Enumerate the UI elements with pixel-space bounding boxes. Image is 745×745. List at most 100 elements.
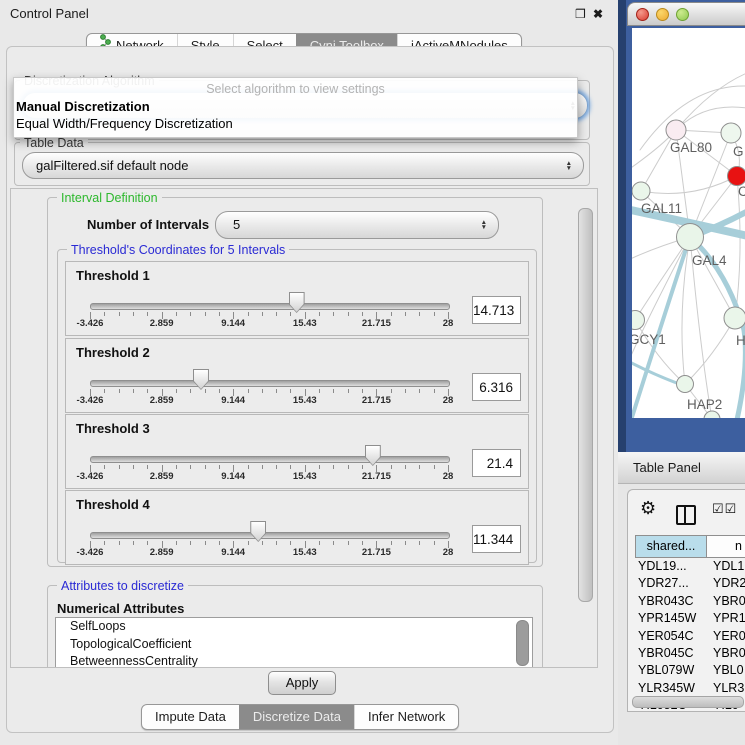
mac-close-icon[interactable] <box>636 8 649 21</box>
mac-zoom-icon[interactable] <box>676 8 689 21</box>
slider-tick-label: 28 <box>443 318 454 329</box>
node-red[interactable] <box>728 167 745 186</box>
table-cell-name[interactable]: YER0 <box>713 628 745 645</box>
attribute-list-item[interactable]: TopologicalCoefficient <box>56 636 532 654</box>
table-data-combobox[interactable]: galFiltered.sif default node ▲▼ <box>22 152 584 179</box>
node-gal80[interactable] <box>666 120 686 140</box>
table-cell-shared-name[interactable]: YBL079W <box>638 662 694 679</box>
table-cell-name[interactable]: YLR3 <box>713 680 744 697</box>
horizontal-scrollbar[interactable] <box>632 696 744 708</box>
slider-tick-label: 21.715 <box>362 471 391 482</box>
table-cell-name[interactable]: YBR0 <box>713 645 745 662</box>
node-label-h: H <box>736 333 745 348</box>
numerical-attributes-list[interactable]: SelfLoopsTopologicalCoefficientBetweenne… <box>55 617 533 668</box>
table-cell-name[interactable]: YDR2 <box>713 575 745 592</box>
slider-tick <box>119 312 120 316</box>
slider-track[interactable] <box>90 303 450 310</box>
table-cell-name[interactable]: YBL0 <box>713 662 744 679</box>
slider-tick <box>405 312 406 316</box>
table-cell-shared-name[interactable]: YDL19... <box>638 558 687 575</box>
slider-tick <box>205 541 206 545</box>
gear-icon[interactable]: ⚙ <box>640 498 656 519</box>
slider-tick <box>119 541 120 545</box>
slider-track[interactable] <box>90 380 450 387</box>
attribute-list-item[interactable]: SelfLoops <box>56 618 532 636</box>
slider-tick-label: 28 <box>443 547 454 558</box>
threshold-value-field[interactable]: 11.344 <box>472 525 521 553</box>
slider-tick-label: 9.144 <box>221 547 245 558</box>
slider-tick-label: 21.715 <box>362 395 391 406</box>
table-cell-name[interactable]: YBR0 <box>713 593 745 610</box>
table-cell-shared-name[interactable]: YPR145W <box>638 610 696 627</box>
column-layout-icon[interactable] <box>676 505 696 525</box>
slider-track[interactable] <box>90 456 450 463</box>
threshold-label: Threshold 4 <box>76 497 150 512</box>
select-columns-icons[interactable]: ☑☑ <box>712 501 737 517</box>
spinner-icon[interactable]: ▲▼ <box>481 220 487 230</box>
table-panel-titlebar: Table Panel <box>618 452 745 484</box>
node-label-hap2: HAP2 <box>687 397 722 412</box>
bottom-tab-impute-data[interactable]: Impute Data <box>142 705 239 729</box>
control-panel: Control Panel ❒ ✖ NetworkStyleSelectCyni… <box>0 0 618 745</box>
slider-tick <box>147 389 148 393</box>
node-top-right[interactable] <box>721 123 741 143</box>
slider-tick <box>434 465 435 469</box>
table-panel-title: Table Panel <box>633 460 701 475</box>
cyni-bottom-tabbar: Impute DataDiscretize Data Infer Network <box>141 704 459 730</box>
network-canvas[interactable]: GAL80GCGAL11GAL4GCY1HHAP2 <box>632 28 745 418</box>
table-cell-shared-name[interactable]: YBR043C <box>638 593 694 610</box>
node-h[interactable] <box>724 307 745 329</box>
node-gal4[interactable] <box>677 224 704 251</box>
slider-tick-label: 2.859 <box>150 547 174 558</box>
column-header-shared-name[interactable]: shared... <box>635 535 707 558</box>
node-hap2[interactable] <box>677 376 694 393</box>
slider-tick-label: 28 <box>443 471 454 482</box>
bottom-tab-infer-network[interactable]: Infer Network <box>354 705 458 729</box>
table-cell-shared-name[interactable]: YBR045C <box>638 645 694 662</box>
apply-button[interactable]: Apply <box>268 671 336 695</box>
slider-tick <box>319 541 320 545</box>
list-scrollbar[interactable] <box>516 620 529 666</box>
number-of-intervals-combobox[interactable]: 5 ▲▼ <box>215 211 499 239</box>
network-window-titlebar[interactable] <box>627 2 745 26</box>
node-gcy1[interactable] <box>632 311 645 330</box>
slider-tick <box>405 541 406 545</box>
slider-tick <box>391 312 392 316</box>
slider-track[interactable] <box>90 532 450 539</box>
threshold-value-field[interactable]: 14.713 <box>472 296 521 324</box>
attribute-list-item[interactable]: BetweennessCentrality <box>56 653 532 668</box>
slider-tick <box>348 389 349 393</box>
bottom-tab-discretize-data[interactable]: Discretize Data <box>239 705 354 729</box>
column-header-name[interactable]: n <box>706 535 745 558</box>
threshold-value-field[interactable]: 6.316 <box>472 373 521 401</box>
algorithm-dropdown-popup: Select algorithm to view settings Manual… <box>13 77 578 138</box>
table-cell-shared-name[interactable]: YER054C <box>638 628 694 645</box>
mac-minimize-icon[interactable] <box>656 8 669 21</box>
float-window-icon[interactable]: ❒ <box>575 7 586 21</box>
slider-tick <box>262 389 263 393</box>
table-cell-name[interactable]: YDL1 <box>713 558 744 575</box>
slider-tick <box>290 541 291 545</box>
threshold-value-field[interactable]: 21.4 <box>472 449 521 477</box>
slider-tick <box>333 389 334 393</box>
slider-tick <box>333 312 334 316</box>
slider-tick <box>405 465 406 469</box>
close-icon[interactable]: ✖ <box>593 7 603 21</box>
spinner-icon[interactable]: ▲▼ <box>566 161 572 171</box>
table-cell-shared-name[interactable]: YLR345W <box>638 680 695 697</box>
slider-tick <box>219 465 220 469</box>
table-cell-name[interactable]: YPR1 <box>713 610 745 627</box>
node-gal11[interactable] <box>632 182 650 200</box>
threshold-panel-4: Threshold 4-3.4262.8599.14415.4321.71528… <box>65 490 529 565</box>
dropdown-item-manual[interactable]: Manual Discretization <box>16 99 150 114</box>
slider-tick <box>176 465 177 469</box>
slider-tick <box>119 465 120 469</box>
bottom-tab-label: Infer Network <box>368 705 445 729</box>
slider-tick <box>362 465 363 469</box>
table-cell-shared-name[interactable]: YDR27... <box>638 575 689 592</box>
dropdown-prompt-item[interactable]: Select algorithm to view settings <box>14 82 577 96</box>
slider-tick <box>104 312 105 316</box>
dropdown-item-equal-width[interactable]: Equal Width/Frequency Discretization <box>16 116 233 131</box>
vertical-scrollbar[interactable] <box>578 208 593 602</box>
slider-tick <box>104 389 105 393</box>
